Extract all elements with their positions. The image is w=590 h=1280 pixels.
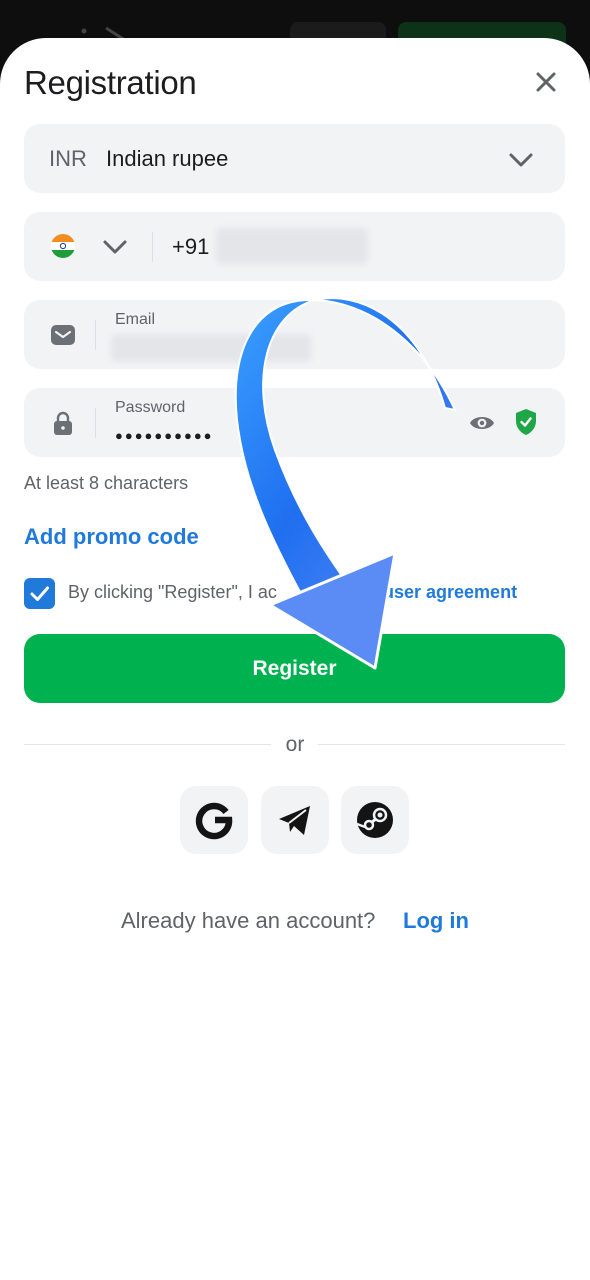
password-label: Password <box>115 399 186 416</box>
divider <box>95 408 96 438</box>
page-title: Registration <box>24 64 197 101</box>
divider-line-right <box>318 744 565 745</box>
close-icon[interactable] <box>530 66 562 98</box>
eye-icon[interactable] <box>468 410 496 436</box>
google-icon <box>195 802 233 840</box>
telegram-login-button[interactable] <box>261 786 329 854</box>
divider <box>152 232 153 262</box>
telegram-icon <box>279 806 310 835</box>
india-flag-icon[interactable] <box>51 234 75 258</box>
shield-check-icon <box>516 409 536 435</box>
dial-code: +91 <box>172 234 210 259</box>
add-promo-code-link[interactable]: Add promo code <box>24 524 199 550</box>
password-value: ●●●●●●●●●● <box>115 428 214 443</box>
country-chevron-icon[interactable] <box>102 239 128 255</box>
log-in-link[interactable]: Log in <box>403 908 469 934</box>
steam-icon <box>356 802 393 838</box>
lock-icon <box>54 411 72 435</box>
password-hint: At least 8 characters <box>24 473 189 493</box>
phone-field[interactable]: +91 <box>24 212 565 281</box>
currency-code: INR <box>49 146 87 171</box>
currency-select[interactable]: INR Indian rupee <box>24 124 565 193</box>
email-label: Email <box>115 311 156 328</box>
email-value-redacted[interactable] <box>111 334 311 362</box>
user-agreement-link[interactable]: user agreement <box>383 582 517 603</box>
email-field[interactable]: Email <box>24 300 565 369</box>
steam-login-button[interactable] <box>341 786 409 854</box>
already-have-account-text: Already have an account? <box>121 908 376 933</box>
currency-name: Indian rupee <box>106 146 229 171</box>
or-separator: or <box>285 733 305 756</box>
google-login-button[interactable] <box>180 786 248 854</box>
divider <box>95 320 96 350</box>
divider-line-left <box>24 744 271 745</box>
phone-number-redacted[interactable] <box>216 228 368 264</box>
register-button[interactable]: Register <box>24 634 565 703</box>
register-button-label: Register <box>252 657 337 680</box>
envelope-icon <box>51 325 75 345</box>
agreement-checkbox[interactable] <box>24 578 55 609</box>
password-field[interactable]: Password ●●●●●●●●●● <box>24 388 565 457</box>
chevron-down-icon <box>509 153 533 167</box>
agreement-text: By clicking "Register", I ac <box>68 582 277 602</box>
checkmark-icon <box>30 586 49 601</box>
registration-sheet: Registration INR Indian rupee +91 Email … <box>0 38 590 1280</box>
